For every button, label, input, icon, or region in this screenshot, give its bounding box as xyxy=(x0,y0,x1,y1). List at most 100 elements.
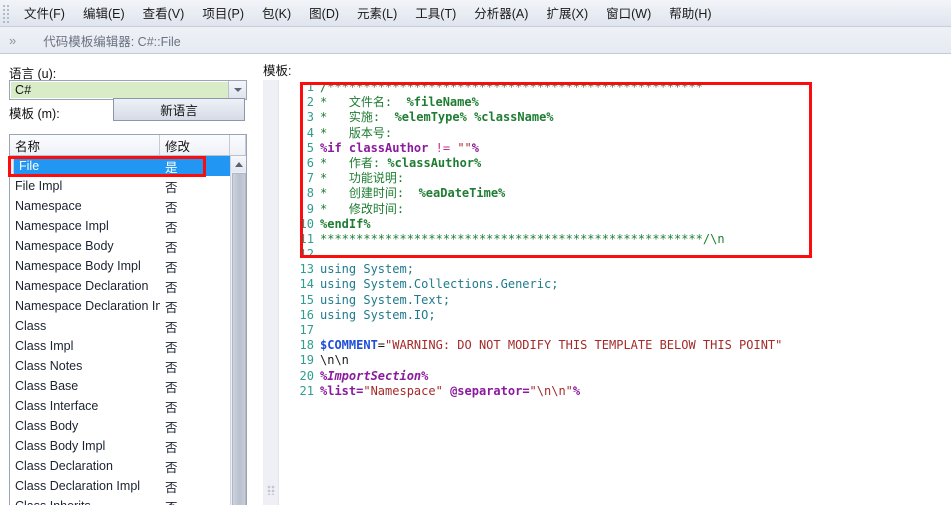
line-number: 4 xyxy=(306,125,314,140)
code-line: 5 %if classAuthor != ""% xyxy=(280,141,951,156)
line-number: 16 xyxy=(299,307,314,322)
cell-template-name: Class Body Impl xyxy=(15,439,106,453)
editor-gutter[interactable] xyxy=(263,80,279,505)
code-line: 3 * 实施: %elemType% %className% xyxy=(280,110,951,125)
code-editor[interactable]: 1/**************************************… xyxy=(263,80,951,505)
cell-modified-flag: 否 xyxy=(165,260,178,275)
row-selection-marker xyxy=(10,156,14,176)
code-editor-text[interactable]: 1/**************************************… xyxy=(280,80,951,505)
window-caption-strip: » 代码模板编辑器: C#::File xyxy=(0,27,951,54)
menu-edit[interactable]: 编辑(E) xyxy=(74,0,134,27)
scrollbar-thumb[interactable] xyxy=(232,173,246,505)
template-editor-panel: 模板: 1/**********************************… xyxy=(263,54,951,505)
line-number: 10 xyxy=(299,216,314,231)
code-line: 19 \n\n xyxy=(280,353,951,368)
scroll-up-arrow-icon[interactable] xyxy=(231,156,246,172)
menu-extend[interactable]: 扩展(X) xyxy=(537,0,597,27)
cell-modified-flag: 否 xyxy=(165,480,178,495)
template-editor-label: 模板: xyxy=(263,64,292,78)
table-row[interactable]: Class Declaration 否 xyxy=(10,456,231,476)
menu-diagram[interactable]: 图(D) xyxy=(300,0,348,27)
table-row[interactable]: Namespace Impl 否 xyxy=(10,216,231,236)
table-row[interactable]: Class Body 否 xyxy=(10,416,231,436)
table-row[interactable]: Class Impl 否 xyxy=(10,336,231,356)
column-header-modified[interactable]: 修改 xyxy=(160,135,230,155)
code-line: 18 $COMMENT="WARNING: DO NOT MODIFY THIS … xyxy=(280,338,951,353)
table-row[interactable]: Class Inherits否 xyxy=(10,496,231,505)
code-template-editor-window: 文件(F) 编辑(E) 查看(V) 项目(P) 包(K) 图(D) 元素(L) … xyxy=(0,0,951,505)
code-line: 2 * 文件名: %fileName% xyxy=(280,95,951,110)
cell-modified-flag: 否 xyxy=(165,340,178,355)
cell-template-name: Class Base xyxy=(15,379,79,393)
table-row[interactable]: Class Notes 否 xyxy=(10,356,231,376)
line-number: 20 xyxy=(299,368,314,383)
table-row[interactable]: Class Base 否 xyxy=(10,376,231,396)
menu-element[interactable]: 元素(L) xyxy=(348,0,406,27)
cell-modified-flag: 否 xyxy=(165,460,178,475)
table-row[interactable]: Class Body Impl 否 xyxy=(10,436,231,456)
cell-template-name: Class Declaration xyxy=(15,459,113,473)
language-combobox[interactable]: C# xyxy=(9,80,247,100)
code-line: 10 %endIf% xyxy=(280,217,951,232)
menu-package[interactable]: 包(K) xyxy=(253,0,300,27)
line-number: 19 xyxy=(299,353,314,368)
double-chevron-right-icon[interactable]: » xyxy=(9,33,16,48)
menu-tools[interactable]: 工具(T) xyxy=(406,0,465,27)
chevron-down-icon[interactable] xyxy=(228,81,246,99)
cell-template-name: File xyxy=(19,159,40,173)
table-row[interactable]: Namespace Body 否 xyxy=(10,236,231,256)
table-row[interactable]: Class 否 xyxy=(10,316,231,336)
cell-template-name: Class Inherits xyxy=(10,499,160,505)
cell-modified-flag: 否 xyxy=(165,220,178,235)
column-header-filler xyxy=(230,135,246,155)
menu-help[interactable]: 帮助(H) xyxy=(660,0,720,27)
menu-analyzer[interactable]: 分析器(A) xyxy=(465,0,537,27)
table-row[interactable]: Namespace Declaration Impl 否 xyxy=(10,296,231,316)
table-row[interactable]: Class Declaration Impl 否 xyxy=(10,476,231,496)
code-line: 9 * 修改时间: xyxy=(280,202,951,217)
column-header-name[interactable]: 名称 xyxy=(10,135,160,155)
menu-view[interactable]: 查看(V) xyxy=(134,0,194,27)
table-row[interactable]: File 是 xyxy=(10,156,231,176)
cell-modified-flag: 否 xyxy=(165,180,178,195)
cell-modified-flag: 否 xyxy=(165,320,178,335)
menu-bar: 文件(F) 编辑(E) 查看(V) 项目(P) 包(K) 图(D) 元素(L) … xyxy=(0,0,951,27)
code-line: 20 %ImportSection% xyxy=(280,369,951,384)
cell-modified-flag: 否 xyxy=(165,280,178,295)
line-number: 11 xyxy=(299,231,314,246)
cell-template-name: Namespace Body Impl xyxy=(15,259,141,273)
line-number: 7 xyxy=(306,171,314,186)
code-line: 12 xyxy=(280,247,951,262)
cell-template-name: Namespace xyxy=(15,199,82,213)
page-title: 代码模板编辑器: C#::File xyxy=(43,34,181,49)
code-line: 8 * 创建时间: %eaDateTime% xyxy=(280,186,951,201)
table-row[interactable]: Namespace Body Impl 否 xyxy=(10,256,231,276)
table-row[interactable]: Class Interface 否 xyxy=(10,396,231,416)
menu-project[interactable]: 项目(P) xyxy=(193,0,253,27)
cell-modified-flag: 否 xyxy=(165,240,178,255)
cell-modified-flag: 否 xyxy=(160,497,230,505)
code-line: 6 * 作者: %classAuthor% xyxy=(280,156,951,171)
menu-file[interactable]: 文件(F) xyxy=(15,0,74,27)
code-line: 14 using System.Collections.Generic; xyxy=(280,277,951,292)
template-grid-body[interactable]: File 是 File Impl 否 Namespace 否 Namespace Impl 否… xyxy=(10,156,231,505)
line-number: 12 xyxy=(299,247,314,262)
new-language-button[interactable]: 新语言 xyxy=(113,98,245,121)
template-list-scrollbar[interactable] xyxy=(230,156,246,505)
template-grid: 名称 修改 File 是 File Impl 否 Namespace 否 Namespace… xyxy=(9,134,247,505)
table-row[interactable]: Namespace Declaration 否 xyxy=(10,276,231,296)
code-line: 15 using System.Text; xyxy=(280,293,951,308)
code-line: 17 xyxy=(280,323,951,338)
table-row[interactable]: Namespace 否 xyxy=(10,196,231,216)
drag-grip-icon[interactable] xyxy=(2,3,11,23)
line-number: 5 xyxy=(306,140,314,155)
cell-template-name: Namespace Declaration Impl xyxy=(15,299,160,313)
cell-template-name: Namespace Body xyxy=(15,239,114,253)
menu-window[interactable]: 窗口(W) xyxy=(597,0,660,27)
line-number: 17 xyxy=(299,323,314,337)
cell-template-name: Class xyxy=(15,319,47,333)
template-list-panel: 语言 (u): C# 模板 (m): 新语言 名称 修改 File 是 File I… xyxy=(0,54,257,505)
cell-modified-flag: 否 xyxy=(165,380,178,395)
line-number: 15 xyxy=(299,292,314,307)
table-row[interactable]: File Impl 否 xyxy=(10,176,231,196)
